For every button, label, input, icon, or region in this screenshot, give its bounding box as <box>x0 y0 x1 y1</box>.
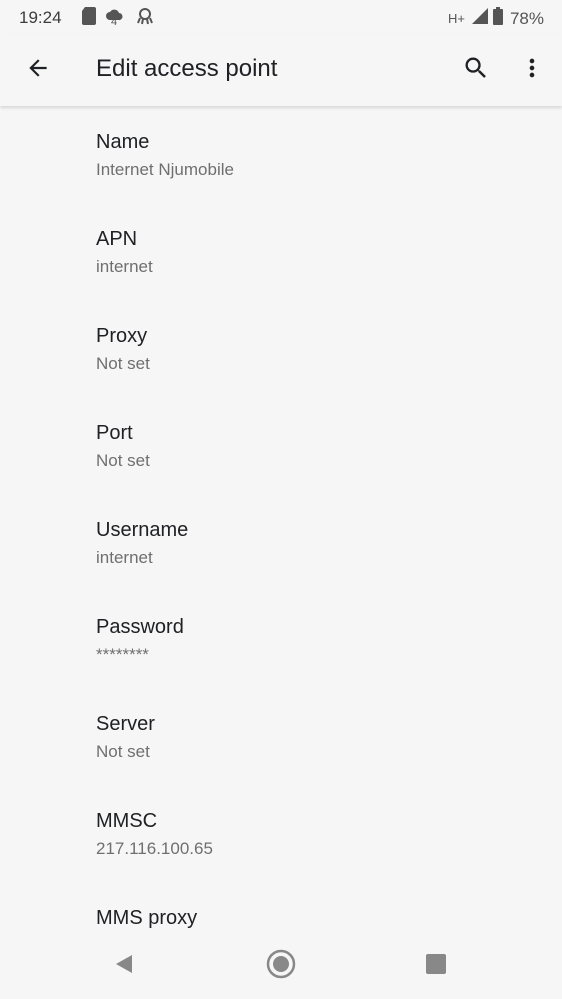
pref-title: APN <box>96 228 138 250</box>
pref-summary: internet <box>96 257 153 276</box>
pref-title: MMS proxy <box>96 907 198 929</box>
pref-apn[interactable]: APN internet <box>0 203 562 300</box>
pref-title: Port <box>96 422 133 444</box>
nav-home-button[interactable] <box>257 942 305 990</box>
pref-summary: ******** <box>96 645 149 664</box>
pref-summary: internet <box>96 548 153 567</box>
preference-list: Name Internet Njumobile APN internet Pro… <box>0 106 562 934</box>
pref-title: Server <box>96 713 155 735</box>
nav-back-icon <box>113 953 135 980</box>
navigation-bar <box>0 934 562 999</box>
pref-proxy[interactable]: Proxy Not set <box>0 300 562 397</box>
battery-percent: 78% <box>509 8 544 28</box>
search-button[interactable] <box>452 46 500 94</box>
pref-username[interactable]: Username internet <box>0 494 562 591</box>
nav-recents-icon <box>426 953 446 979</box>
nav-recents-button[interactable] <box>412 942 460 990</box>
signal-icon <box>471 8 488 29</box>
octopus-icon <box>136 7 154 30</box>
notification-icons: 4° <box>82 7 154 30</box>
search-icon <box>462 54 490 87</box>
pref-title: Password <box>96 616 184 638</box>
status-bar: 19:24 4° H+ 78% <box>0 0 562 34</box>
pref-summary: Not set <box>96 354 150 373</box>
app-bar: Edit access point <box>0 34 562 106</box>
page-title: Edit access point <box>96 55 278 82</box>
battery-icon <box>492 7 503 30</box>
nav-back-button[interactable] <box>100 942 148 990</box>
pref-summary: Not set <box>96 742 150 761</box>
sd-card-icon <box>82 7 96 30</box>
pref-server[interactable]: Server Not set <box>0 688 562 785</box>
pref-summary: Internet Njumobile <box>96 160 234 179</box>
status-time: 19:24 <box>19 8 62 27</box>
pref-title: Username <box>96 519 189 541</box>
pref-mms-proxy[interactable]: MMS proxy <box>0 882 562 934</box>
pref-mmsc[interactable]: MMSC 217.116.100.65 <box>0 785 562 882</box>
pref-summary: Not set <box>96 451 150 470</box>
network-type: H+ <box>447 11 465 26</box>
back-button[interactable] <box>14 46 62 94</box>
more-vert-icon <box>518 54 546 87</box>
arrow-back-icon <box>25 55 51 86</box>
pref-password[interactable]: Password ******** <box>0 591 562 688</box>
status-right: H+ 78% <box>448 7 544 30</box>
nav-home-icon <box>266 949 296 984</box>
pref-title: Proxy <box>96 325 148 347</box>
more-options-button[interactable] <box>508 46 556 94</box>
pref-name[interactable]: Name Internet Njumobile <box>0 106 562 203</box>
weather-temp: 4° <box>111 15 122 28</box>
pref-title: MMSC <box>96 810 158 832</box>
pref-title: Name <box>96 131 150 153</box>
weather-icon: 4° <box>105 8 127 30</box>
pref-port[interactable]: Port Not set <box>0 397 562 494</box>
pref-summary: 217.116.100.65 <box>96 839 213 858</box>
